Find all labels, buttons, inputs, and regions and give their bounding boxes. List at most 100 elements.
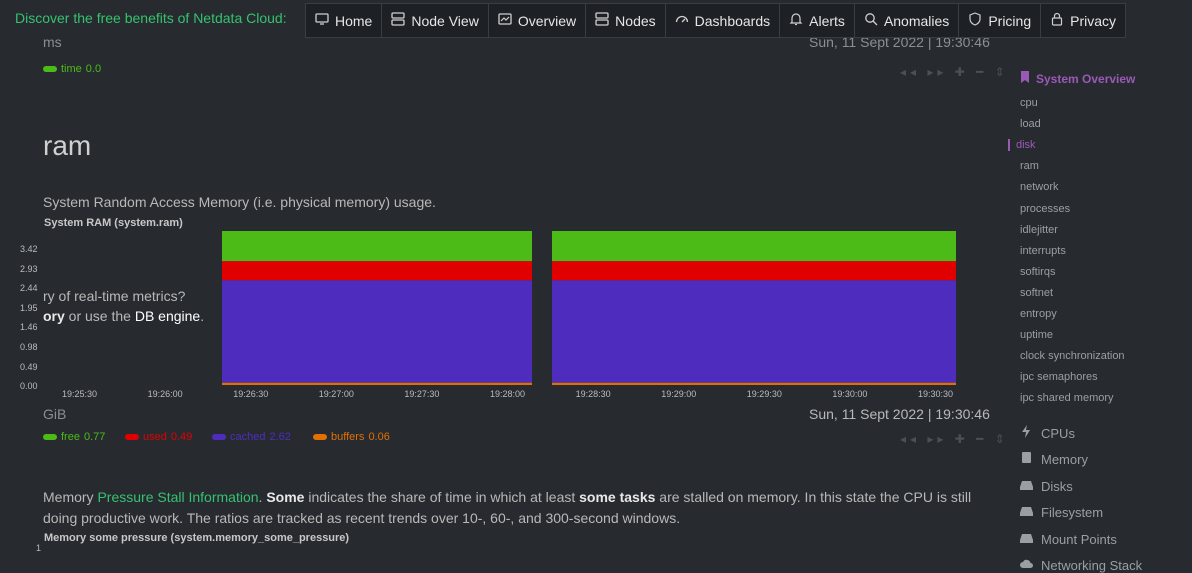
sidebar-section-label: CPUs <box>1041 425 1075 441</box>
nav-node-view-button[interactable]: Node View <box>382 4 489 37</box>
nav-label: Nodes <box>615 12 656 29</box>
sidebar-item-interrupts[interactable]: interrupts <box>1020 245 1066 257</box>
section-title: ram <box>43 130 92 161</box>
sidebar-section-filesystem[interactable]: Filesystem <box>1020 504 1103 520</box>
overlay-bold: ory <box>43 308 65 324</box>
sidebar-section-label: Disks <box>1041 478 1073 494</box>
prev-chart-controls[interactable]: ◂◂ ▸▸ ✚ ━ ⇕ <box>900 65 1009 79</box>
area-used-segment-2 <box>552 261 956 281</box>
prev-chart-unit: ms <box>43 38 62 50</box>
pressure-chart-title: Memory some pressure (system.memory_some… <box>44 532 350 544</box>
nav-anomalies-button[interactable]: Anomalies <box>855 4 960 37</box>
memory-icon <box>1020 451 1033 467</box>
lock-icon <box>1050 12 1064 29</box>
sidebar-item-processes[interactable]: processes <box>1020 203 1070 215</box>
cloud-icon <box>1020 557 1033 573</box>
sidebar-item-idlejitter[interactable]: idlejitter <box>1020 224 1058 236</box>
mount-icon <box>1020 531 1033 547</box>
nav-label: Home <box>335 12 373 29</box>
area-cached-segment-2 <box>552 280 956 383</box>
sidebar-section-networking-stack[interactable]: Networking Stack <box>1020 557 1142 573</box>
top-bar: Discover the free benefits of Netdata Cl… <box>0 0 1192 38</box>
legend-name: free <box>61 431 80 443</box>
sidebar-item-uptime[interactable]: uptime <box>1020 329 1053 341</box>
nodes-icon <box>595 12 609 29</box>
area-buffers-segment-2 <box>552 382 956 385</box>
nav-pricing-button[interactable]: Pricing <box>959 4 1042 37</box>
sidebar-item-ram[interactable]: ram <box>1020 160 1039 172</box>
nav-label: Overview <box>517 12 577 29</box>
sidebar-item-network[interactable]: network <box>1020 181 1059 193</box>
sidebar-section-label: Mount Points <box>1041 531 1117 547</box>
sidebar-header-system-overview[interactable]: System Overview <box>1020 71 1135 86</box>
y-tick-label: 1.46 <box>20 322 38 333</box>
legend-swatch <box>212 434 226 440</box>
pressure-text: indicates the share of time in which at … <box>304 489 580 505</box>
nav-label: Dashboards <box>694 12 771 29</box>
nav-label: Anomalies <box>883 12 950 29</box>
nav-dashboards-button[interactable]: Dashboards <box>666 4 781 37</box>
area-used-segment-1 <box>222 261 532 281</box>
sidebar-item-ipc-shared-memory[interactable]: ipc shared memory <box>1020 392 1114 404</box>
psi-link[interactable]: Pressure Stall Information <box>97 489 258 505</box>
prev-legend-time[interactable]: time 0.0 <box>43 63 101 75</box>
legend-swatch <box>313 434 327 440</box>
nav-overview-button[interactable]: Overview <box>489 4 587 37</box>
sidebar-item-clock-synchronization[interactable]: clock synchronization <box>1020 350 1125 362</box>
ram-chart-timestamp: Sun, 11 Sept 2022 | 19:30:46 <box>809 406 990 422</box>
db-engine-link[interactable]: DB engine <box>135 308 200 324</box>
sidebar-section-cpus[interactable]: CPUs <box>1020 425 1075 441</box>
overlay-end: . <box>200 308 205 324</box>
ram-chart-controls[interactable]: ◂◂ ▸▸ ✚ ━ ⇕ <box>900 432 1009 446</box>
legend-value: 0.06 <box>368 431 390 443</box>
sidebar-header-label: System Overview <box>1036 71 1136 86</box>
filesystem-icon <box>1020 504 1033 520</box>
legend-buffers[interactable]: buffers 0.06 <box>313 431 390 443</box>
sidebar-item-load[interactable]: load <box>1020 118 1041 130</box>
ram-chart-title: System RAM (system.ram) <box>44 217 183 229</box>
legend-cached[interactable]: cached 2.62 <box>212 431 291 443</box>
sidebar-item-cpu[interactable]: cpu <box>1020 97 1038 109</box>
overlay-mid: or use the <box>64 308 135 324</box>
x-tick-label: 19:29:30 <box>746 389 782 399</box>
sidebar-item-ipc-semaphores[interactable]: ipc semaphores <box>1020 371 1098 383</box>
x-tick-label: 19:30:00 <box>832 389 868 399</box>
legend-name: time <box>61 63 82 75</box>
sidebar-section-label: Memory <box>1041 451 1088 467</box>
x-tick-label: 19:30:30 <box>918 389 954 399</box>
top-nav: Home Node View Overview Nodes Dashboards… <box>305 3 1127 38</box>
sidebar-item-entropy[interactable]: entropy <box>1020 308 1057 320</box>
dashboard-icon <box>675 12 689 29</box>
sidebar-item-softnet[interactable]: softnet <box>1020 287 1053 299</box>
x-tick-label: 19:26:30 <box>233 389 269 399</box>
x-tick-label: 19:28:00 <box>490 389 526 399</box>
sidebar-section-disks[interactable]: Disks <box>1020 478 1073 494</box>
legend-free[interactable]: free 0.77 <box>43 431 105 443</box>
y-tick-label: 0.98 <box>20 342 38 352</box>
nav-label: Alerts <box>809 12 845 29</box>
section-description: System Random Access Memory (i.e. physic… <box>43 194 436 210</box>
sidebar-item-disk[interactable]: disk <box>1008 139 1036 152</box>
x-tick-label: 19:28:30 <box>575 389 611 399</box>
pressure-text: are stalled on memory. In this state the… <box>655 489 972 505</box>
sidebar-section-mount-points[interactable]: Mount Points <box>1020 531 1117 547</box>
legend-name: buffers <box>331 431 365 443</box>
legend-used[interactable]: used 0.49 <box>125 431 192 443</box>
nav-label: Privacy <box>1070 12 1117 29</box>
pressure-text: Memory <box>43 489 98 505</box>
nav-home-button[interactable]: Home <box>306 4 383 37</box>
sidebar-item-softirqs[interactable]: softirqs <box>1020 266 1055 278</box>
y-tick-label: 0.49 <box>20 361 38 372</box>
monitor-icon <box>315 12 329 29</box>
sidebar-section-memory[interactable]: Memory <box>1020 451 1088 467</box>
nav-privacy-button[interactable]: Privacy <box>1041 4 1125 37</box>
anomalies-icon <box>864 12 878 29</box>
pressure-description: Memory Pressure Stall Information. Some … <box>43 489 993 505</box>
cloud-promo-text: Discover the free benefits of Netdata Cl… <box>15 10 287 26</box>
area-free-segment-1 <box>222 231 532 262</box>
nav-alerts-button[interactable]: Alerts <box>780 4 855 37</box>
nav-nodes-button[interactable]: Nodes <box>586 4 666 37</box>
nav-label: Pricing <box>988 12 1032 29</box>
ram-chart-plot[interactable] <box>222 229 986 385</box>
nav-label: Node View <box>411 12 479 29</box>
